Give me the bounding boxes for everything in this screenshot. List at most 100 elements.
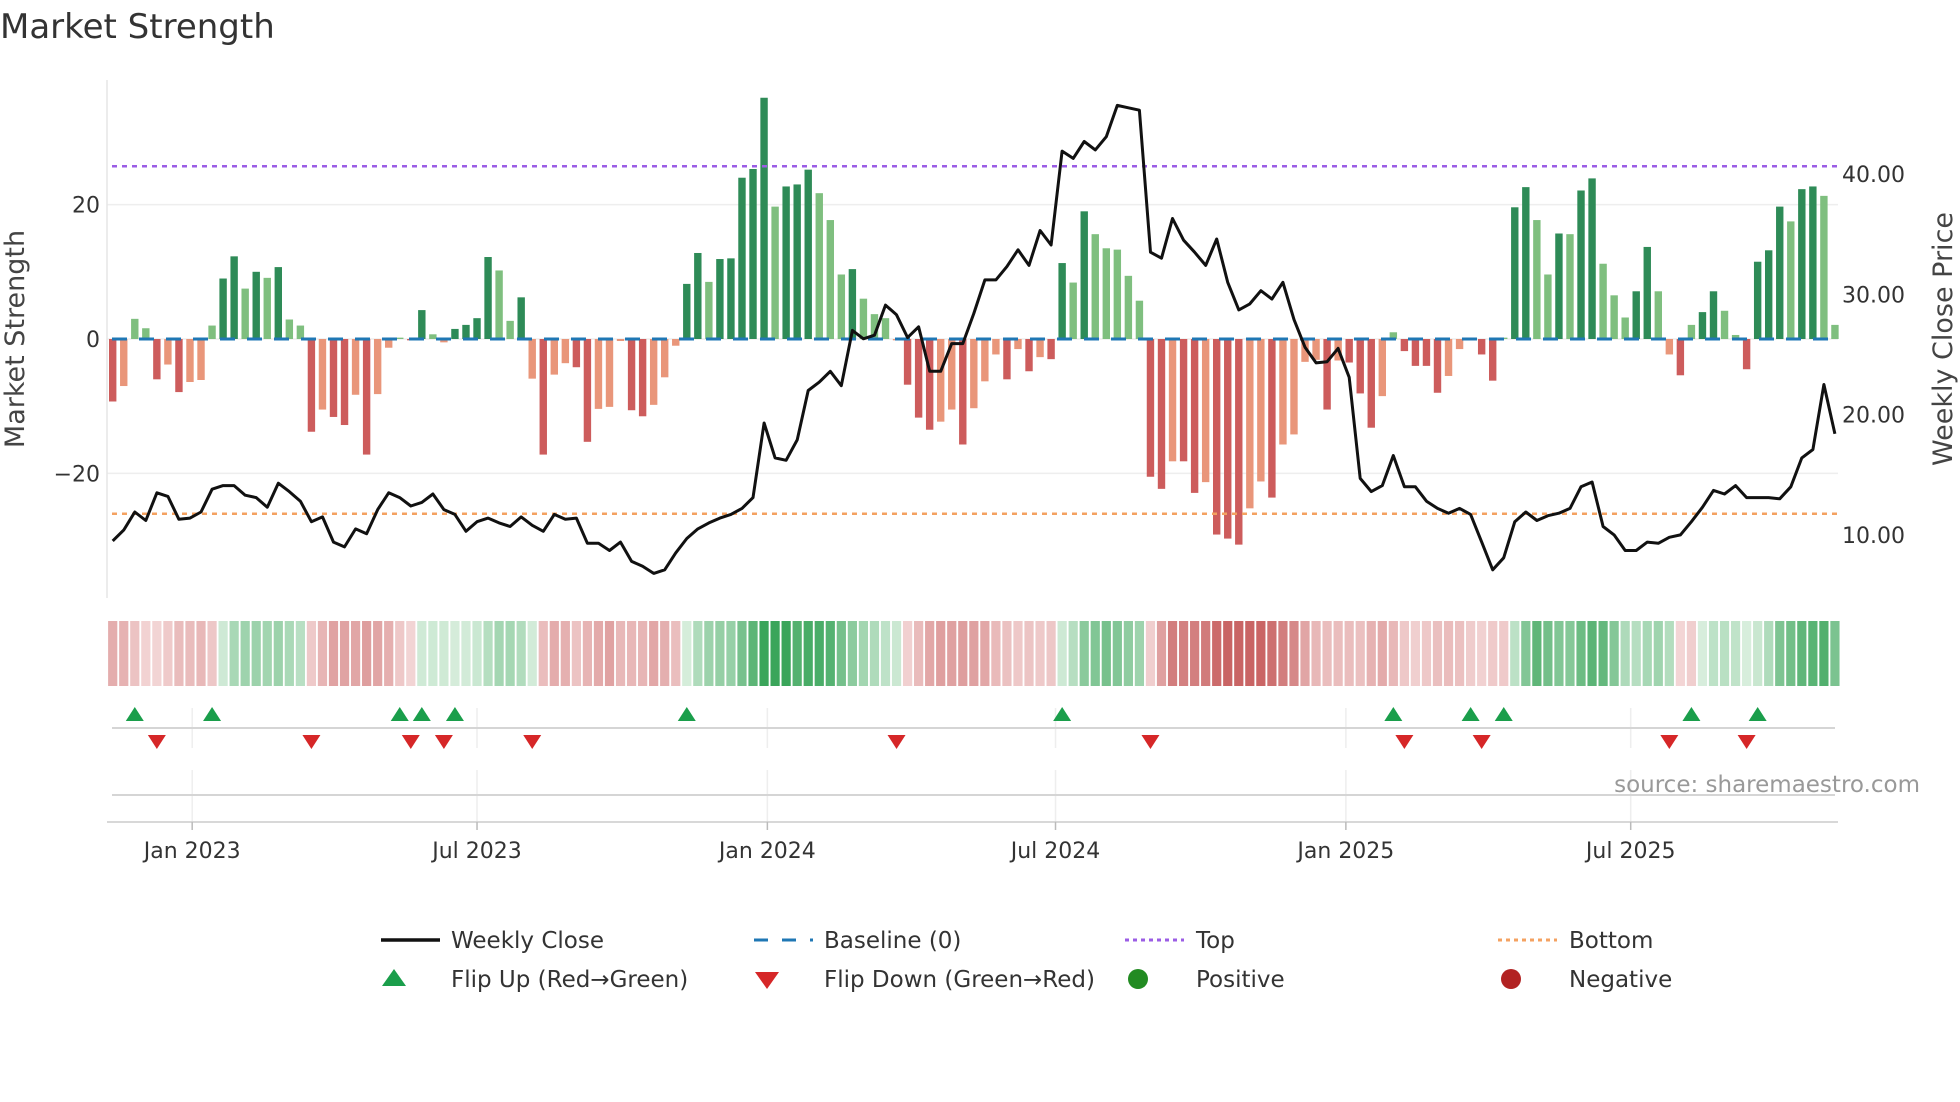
heatmap-cell (825, 621, 835, 686)
flip-down-marker (1141, 735, 1160, 749)
heatmap-cell (1410, 621, 1421, 686)
positive-bar (837, 274, 846, 339)
positive-bar (1820, 195, 1828, 339)
positive-bar (1058, 263, 1066, 339)
heatmap-cell (1554, 621, 1564, 686)
heatmap-cell (638, 621, 648, 686)
heatmap-cell (1521, 621, 1531, 686)
flip-down-marker (1395, 735, 1414, 749)
negative-bar (1146, 339, 1155, 477)
heatmap-cell (737, 621, 747, 686)
heatmap-cell (1223, 621, 1233, 686)
positive-bar (738, 177, 746, 339)
legend-label: Bottom (1569, 928, 1653, 954)
negative-bar (925, 339, 934, 430)
heatmap-cell (1753, 621, 1763, 686)
positive-bar (285, 319, 294, 339)
positive-bar (274, 267, 282, 339)
heatmap-cell (847, 621, 857, 686)
heatmap-cell (704, 621, 714, 686)
heatmap-cell (858, 621, 869, 686)
negative-bar (153, 339, 161, 380)
heatmap-cell (229, 621, 239, 686)
negative-bar (1201, 339, 1210, 483)
heatmap-cell (1543, 621, 1553, 686)
heatmap-cell (1333, 621, 1343, 686)
heatmap-cell (1300, 621, 1310, 686)
x-tick-label: Jan 2025 (1295, 839, 1394, 864)
negative-bar (1257, 339, 1265, 482)
heatmap-cell (1256, 621, 1266, 686)
positive-bar (1135, 300, 1144, 339)
positive-bar (208, 325, 216, 339)
heatmap-cell (560, 621, 570, 686)
positive-bar (1787, 221, 1795, 339)
positive-bar (1069, 282, 1077, 339)
negative-bar (1477, 339, 1486, 355)
heatmap-cell (991, 621, 1001, 686)
heatmap-cell (1245, 621, 1255, 686)
heatmap-cell (1013, 621, 1023, 686)
y-tick-label: −20 (54, 462, 100, 487)
positive-bar (859, 298, 868, 339)
negative-bar (1444, 339, 1453, 376)
negative-bar (340, 339, 349, 426)
negative-bar (1268, 339, 1276, 498)
heatmap-cell (958, 621, 968, 686)
positive-bar (1577, 190, 1585, 339)
flip-down-marker (1472, 735, 1491, 749)
heatmap-cell (119, 621, 129, 686)
heatmap-cell (1145, 621, 1156, 686)
negative-bar (1003, 339, 1011, 380)
negative-bar (583, 339, 592, 442)
positive-bar (1511, 207, 1519, 339)
positive-bar (1621, 317, 1629, 339)
legend-label: Positive (1196, 967, 1285, 993)
negative-bar (120, 339, 128, 387)
x-tick-label: Jan 2024 (717, 839, 816, 864)
source-annotation: source: sharemaestro.com (1614, 772, 1920, 798)
flip-down-marker (887, 735, 906, 749)
positive-bar (716, 259, 724, 339)
heatmap-cell (1201, 621, 1211, 686)
negative-bar (1224, 339, 1232, 539)
heatmap-cell (538, 621, 548, 686)
heatmap-cell (593, 621, 604, 686)
heatmap-cell (1234, 621, 1244, 686)
heatmap-cell (472, 621, 482, 686)
negative-bar (1489, 339, 1497, 381)
heatmap-cell (428, 621, 438, 686)
heatmap-cell (1775, 621, 1785, 686)
positive-bar (1113, 249, 1122, 339)
negative-bar (1356, 339, 1364, 394)
negative-bar (1433, 339, 1442, 393)
negative-bar (649, 339, 658, 405)
y2-axis-label: Weekly Close Price (1928, 212, 1959, 466)
negative-bar (1422, 339, 1431, 366)
heatmap-cell (1697, 621, 1708, 686)
strength-bars (109, 97, 1839, 545)
negative-bar (572, 339, 581, 368)
heatmap-cell (781, 621, 791, 686)
heatmap-cell (317, 621, 328, 686)
heatmap-cell (1377, 621, 1387, 686)
heatmap-cell (1565, 621, 1575, 686)
heatmap-cell (1156, 621, 1167, 686)
negative-bar (329, 339, 338, 417)
heatmap-cell (880, 621, 891, 686)
positive-bar (749, 168, 757, 339)
flip-up-marker (125, 707, 144, 721)
positive-bar (495, 270, 503, 339)
axes: −20 0 20 10.00 20.00 30.00 40.00 Jan 2023 Jul 20… (54, 80, 1905, 864)
heatmap-cell (1742, 621, 1752, 686)
positive-bar (1091, 234, 1099, 339)
heatmap-cell (295, 621, 305, 686)
heatmap-cell (1432, 621, 1443, 686)
heatmap-cell (350, 621, 361, 686)
heatmap-cell (373, 621, 383, 686)
negative-bar (1168, 339, 1177, 462)
heatmap-cell (1786, 621, 1796, 686)
flip-up-marker (1748, 707, 1767, 721)
heatmap-cell (1090, 621, 1100, 686)
heatmap-cell (339, 621, 350, 686)
